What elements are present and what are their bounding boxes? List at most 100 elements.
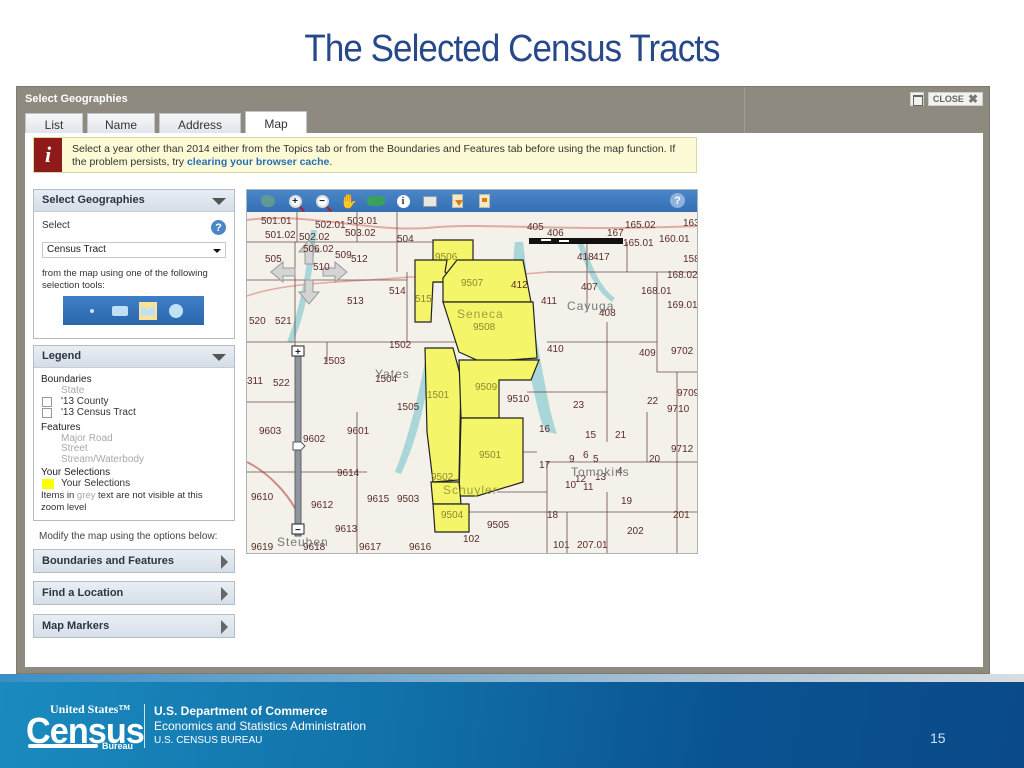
map-help-icon[interactable]: ? <box>670 193 685 208</box>
download-icon[interactable] <box>448 193 466 209</box>
tract-label-158: 158 <box>683 254 698 265</box>
tab-address[interactable]: Address <box>159 113 241 135</box>
us-extent-icon[interactable] <box>367 193 385 209</box>
tract-label-410: 410 <box>547 344 564 355</box>
info-text: Select a year other than 2014 either fro… <box>72 143 692 169</box>
tract-label-9508: 9508 <box>473 322 496 333</box>
select-panel-header[interactable]: Select Geographies <box>34 190 234 212</box>
tract-label-21: 21 <box>615 430 627 441</box>
tract-label-9501: 9501 <box>479 450 502 461</box>
dialog-divider <box>744 87 745 133</box>
tract-label-9613: 9613 <box>335 524 358 535</box>
tab-bar: List Name Address Map <box>25 111 307 135</box>
boundaries-features-accordion[interactable]: Boundaries and Features <box>33 549 235 573</box>
tract-label-515: 515 <box>415 294 432 305</box>
tract-label-15: 15 <box>585 430 597 441</box>
tract-label-101: 101 <box>553 540 570 551</box>
svg-text:+: + <box>295 347 301 358</box>
tract-label-514: 514 <box>389 286 406 297</box>
footer-esa: Economics and Statistics Administration <box>154 719 367 733</box>
tract-label-521: 521 <box>275 316 292 327</box>
legend-state: State <box>61 385 85 396</box>
tract-label-22: 22 <box>647 396 659 407</box>
tract-label-503-02: 503.02 <box>345 228 376 239</box>
map-canvas[interactable]: + − 501.01 501.02 502.01 502.02 503.01 5… <box>247 212 698 553</box>
select-geographies-panel: Select Geographies Select ? Census Tract… <box>33 189 235 339</box>
tract-label-506-02: 506.02 <box>303 244 334 255</box>
place-label-tompkins: Tompkins <box>571 465 630 479</box>
legend-stream: Stream/Waterbody <box>61 454 144 465</box>
tract-label-409: 409 <box>639 348 656 359</box>
tract-label-9619: 9619 <box>251 542 274 553</box>
tract-label-9612: 9612 <box>311 500 334 511</box>
county-checkbox[interactable] <box>42 397 52 407</box>
zoom-in-icon[interactable]: + <box>286 193 304 209</box>
place-label-schuyler: Schuyler <box>443 483 498 497</box>
place-label-yates: Yates <box>375 367 410 381</box>
tract-label-1505: 1505 <box>397 402 420 413</box>
map-viewer: + − ✋ i ? + − 501.01 501.02 502.01 502.0… <box>246 189 698 554</box>
circle-tool[interactable] <box>167 302 185 320</box>
polygon-tool[interactable] <box>138 301 157 320</box>
close-icon: ✖ <box>967 92 978 106</box>
help-icon[interactable]: ? <box>211 220 226 235</box>
tract-checkbox[interactable] <box>42 408 52 418</box>
legend-header[interactable]: Legend <box>34 346 234 368</box>
tract-label-520: 520 <box>249 316 266 327</box>
footer-bureau: U.S. CENSUS BUREAU <box>154 735 263 746</box>
collapse-icon <box>212 354 226 361</box>
report-icon[interactable] <box>475 193 493 209</box>
accordion-label: Boundaries and Features <box>42 555 175 567</box>
tract-label-9616: 9616 <box>409 542 432 553</box>
tract-label-5: 5 <box>593 454 599 465</box>
legend-title: Legend <box>42 350 82 362</box>
select-geographies-dialog: Select Geographies CLOSE ✖ List Name Add… <box>16 86 990 674</box>
tract-label-405: 405 <box>527 222 544 233</box>
tract-label-160-01: 160.01 <box>659 234 690 245</box>
tract-label-18: 18 <box>547 510 559 521</box>
tract-label-167: 167 <box>607 228 624 239</box>
info-suffix: . <box>329 156 333 168</box>
tract-label-1503: 1503 <box>323 356 346 367</box>
polygon-icon <box>140 305 155 316</box>
find-location-accordion[interactable]: Find a Location <box>33 581 235 605</box>
zoom-out-icon[interactable]: − <box>313 193 331 209</box>
rectangle-icon <box>111 305 128 316</box>
pan-hand-icon[interactable]: ✋ <box>340 193 358 209</box>
legend-panel: Legend Boundaries State '13 County '13 C… <box>33 345 235 521</box>
tract-label-411: 411 <box>541 296 557 307</box>
geography-type-dropdown[interactable]: Census Tract <box>42 242 226 258</box>
clear-cache-link[interactable]: clearing your browser cache <box>187 156 329 168</box>
footer-dept: U.S. Department of Commerce <box>154 704 328 718</box>
collapse-icon <box>212 198 226 205</box>
info-message-text: Select a year other than 2014 either fro… <box>72 143 676 168</box>
tract-label-522: 522 <box>273 378 290 389</box>
tract-label-407: 407 <box>581 282 598 293</box>
dialog-content: i Select a year other than 2014 either f… <box>25 133 983 667</box>
map-toolbar: + − ✋ i ? <box>247 190 697 212</box>
tab-name[interactable]: Name <box>87 113 155 135</box>
tract-label-9610: 9610 <box>251 492 274 503</box>
close-button[interactable]: CLOSE ✖ <box>927 92 983 106</box>
tract-label-509: 509 <box>335 250 352 261</box>
tract-label-501-02: 501.02 <box>265 230 296 241</box>
tract-label-9712: 9712 <box>671 444 694 455</box>
tract-label-9615: 9615 <box>367 494 390 505</box>
dropdown-value: Census Tract <box>47 244 106 255</box>
slide-title: The Selected Census Tracts <box>304 28 720 70</box>
tract-label-165-01: 165.01 <box>623 238 654 249</box>
point-tool[interactable] <box>83 302 101 320</box>
tract-label-168-02: 168.02 <box>667 270 698 281</box>
tab-list[interactable]: List <box>25 113 83 135</box>
accordion-label: Find a Location <box>42 587 124 599</box>
print-icon[interactable] <box>421 193 439 209</box>
maximize-button[interactable] <box>909 92 924 106</box>
map-markers-accordion[interactable]: Map Markers <box>33 614 235 638</box>
identify-icon[interactable]: i <box>394 193 412 209</box>
rectangle-tool[interactable] <box>111 302 129 320</box>
tract-label-510: 510 <box>313 262 330 273</box>
globe-icon[interactable] <box>259 193 277 209</box>
tract-label-504: 504 <box>397 234 414 245</box>
tract-label-9: 9 <box>569 454 575 465</box>
tab-map[interactable]: Map <box>245 111 307 135</box>
